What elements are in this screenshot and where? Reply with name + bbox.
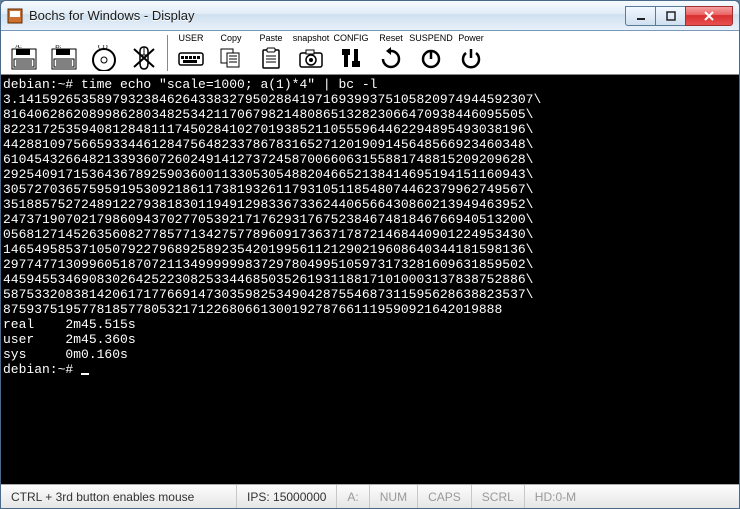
cdrom-icon: CD	[88, 44, 120, 72]
terminal-display[interactable]: debian:~# time echo "scale=1000; a(1)*4"…	[1, 75, 739, 484]
paste-button[interactable]: Paste	[252, 33, 290, 73]
svg-text:B:: B:	[55, 45, 62, 50]
suspend-button[interactable]: SUSPEND	[412, 33, 450, 73]
minimize-button[interactable]	[625, 6, 655, 26]
terminal-line: 8223172535940812848111745028410270193852…	[3, 122, 737, 137]
snapshot-label: snapshot	[293, 34, 330, 44]
mouse-icon	[128, 44, 160, 72]
terminal-line: 2473719070217986094370277053921717629317…	[3, 212, 737, 227]
power-label: Power	[458, 34, 484, 44]
terminal-line: 4428810975665933446128475648233786783165…	[3, 137, 737, 152]
terminal-line: 8759375195778185778053217122680661300192…	[3, 302, 737, 317]
status-num: NUM	[370, 485, 418, 508]
user-icon	[175, 44, 207, 72]
terminal-line: 3.14159265358979323846264338327950288419…	[3, 92, 737, 107]
suspend-icon	[415, 44, 447, 72]
user-button[interactable]: USER	[172, 33, 210, 73]
floppy-b-icon: B:	[48, 44, 80, 72]
copy-label: Copy	[220, 34, 241, 44]
user-label: USER	[178, 34, 203, 44]
terminal-line: sys 0m0.160s	[3, 347, 737, 362]
terminal-prompt: debian:~#	[3, 362, 737, 377]
paste-label: Paste	[259, 34, 282, 44]
floppy-a-button[interactable]: A:	[5, 33, 43, 73]
terminal-cursor	[81, 373, 89, 375]
terminal-line: 6104543266482133936072602491412737245870…	[3, 152, 737, 167]
window-title: Bochs for Windows - Display	[29, 8, 625, 23]
reset-icon	[375, 44, 407, 72]
app-icon	[7, 8, 23, 24]
status-hd: HD:0-M	[525, 485, 586, 508]
terminal-line: real 2m45.515s	[3, 317, 737, 332]
statusbar: CTRL + 3rd button enables mouse IPS: 150…	[1, 484, 739, 508]
paste-icon	[255, 44, 287, 72]
toolbar-separator	[167, 35, 168, 71]
floppy-b-button[interactable]: B:	[45, 33, 83, 73]
maximize-button[interactable]	[655, 6, 685, 26]
terminal-line: 3518857527248912279381830119491298336733…	[3, 197, 737, 212]
terminal-line: 4459455346908302642522308253344685035261…	[3, 272, 737, 287]
status-ips: IPS: 15000000	[237, 485, 337, 508]
svg-text:A:: A:	[15, 45, 22, 50]
status-drive-a: A:	[337, 485, 369, 508]
terminal-line: 2925409171536436789259036001133053054882…	[3, 167, 737, 182]
terminal-line: 2977477130996051870721134999999837297804…	[3, 257, 737, 272]
power-button[interactable]: Power	[452, 33, 490, 73]
terminal-line: user 2m45.360s	[3, 332, 737, 347]
status-caps: CAPS	[418, 485, 472, 508]
floppy-a-icon: A:	[8, 44, 40, 72]
titlebar[interactable]: Bochs for Windows - Display	[1, 1, 739, 31]
reset-button[interactable]: Reset	[372, 33, 410, 73]
terminal-line: 3057270365759591953092186117381932611793…	[3, 182, 737, 197]
mouse-button[interactable]	[125, 33, 163, 73]
config-icon	[335, 44, 367, 72]
close-button[interactable]	[685, 6, 733, 26]
app-window: Bochs for Windows - Display A: B:	[0, 0, 740, 509]
toolbar: A: B: CD USER	[1, 31, 739, 75]
terminal-line: 8164062862089986280348253421170679821480…	[3, 107, 737, 122]
terminal-line: 0568127145263560827785771342757789609173…	[3, 227, 737, 242]
status-hint: CTRL + 3rd button enables mouse	[1, 485, 237, 508]
power-icon	[455, 44, 487, 72]
reset-label: Reset	[379, 34, 403, 44]
cdrom-button[interactable]: CD	[85, 33, 123, 73]
copy-icon	[215, 44, 247, 72]
svg-text:CD: CD	[98, 45, 108, 51]
suspend-label: SUSPEND	[409, 34, 453, 44]
snapshot-button[interactable]: snapshot	[292, 33, 330, 73]
snapshot-icon	[295, 44, 327, 72]
status-scrl: SCRL	[472, 485, 525, 508]
window-controls	[625, 6, 733, 26]
terminal-line: 5875332083814206171776691473035982534904…	[3, 287, 737, 302]
copy-button[interactable]: Copy	[212, 33, 250, 73]
config-button[interactable]: CONFIG	[332, 33, 370, 73]
terminal-line: 1465495853710507922796892589235420199561…	[3, 242, 737, 257]
config-label: CONFIG	[334, 34, 369, 44]
terminal-line: debian:~# time echo "scale=1000; a(1)*4"…	[3, 77, 737, 92]
